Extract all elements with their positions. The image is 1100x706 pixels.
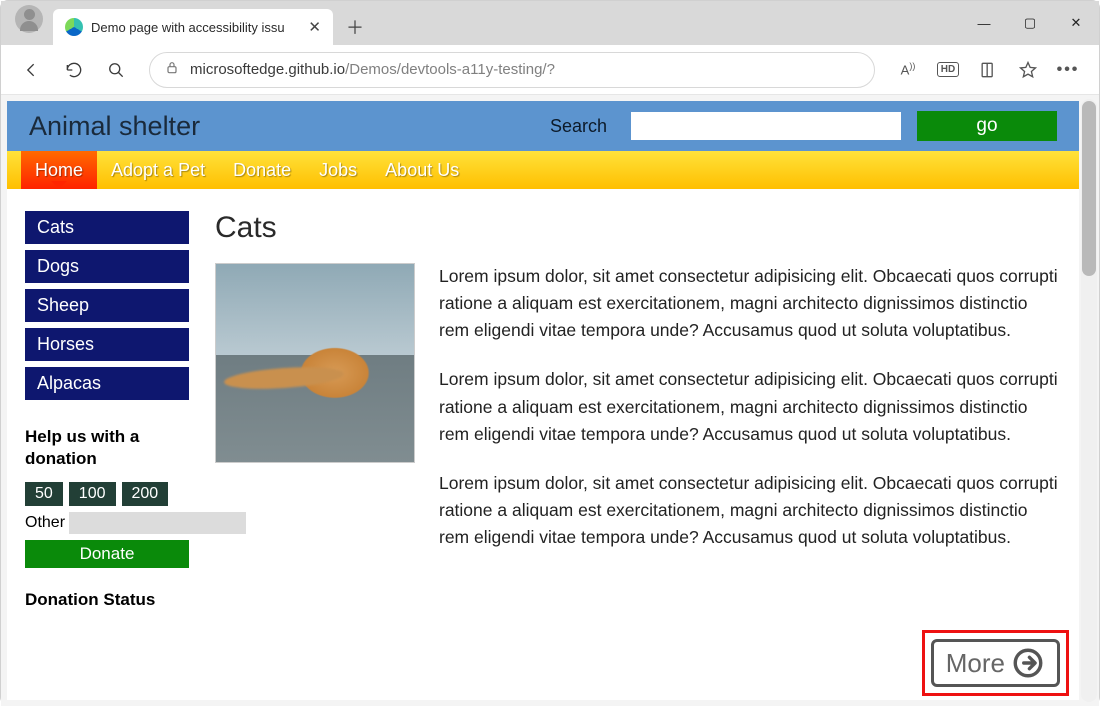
donation-status-heading: Donation Status [25,590,189,610]
more-label: More [946,648,1005,679]
url-text: microsoftedge.github.io/Demos/devtools-a… [190,61,555,78]
page-viewport: Animal shelter Search go Home Adopt a Pe… [1,95,1099,706]
highlight-annotation: More [922,630,1069,696]
site-title: Animal shelter [29,111,534,142]
page-content: Animal shelter Search go Home Adopt a Pe… [7,101,1079,700]
address-bar[interactable]: microsoftedge.github.io/Demos/devtools-a… [149,52,875,88]
sidebar: Cats Dogs Sheep Horses Alpacas Help us w… [25,211,189,610]
search-label: Search [550,116,607,137]
more-button[interactable]: More [931,639,1060,687]
paragraph: Lorem ipsum dolor, sit amet consectetur … [439,263,1061,344]
refresh-button[interactable] [55,51,93,89]
search-button[interactable] [97,51,135,89]
paragraph: Lorem ipsum dolor, sit amet consectetur … [439,366,1061,447]
sidebar-item-sheep[interactable]: Sheep [25,289,189,322]
sidebar-item-cats[interactable]: Cats [25,211,189,244]
site-search-input[interactable] [631,112,901,140]
favorite-star-icon[interactable] [1009,51,1047,89]
donation-amount-50[interactable]: 50 [25,482,63,506]
window-maximize-button[interactable]: ▢ [1007,1,1053,45]
site-header: Animal shelter Search go [7,101,1079,151]
tab-close-icon[interactable]: ✕ [306,16,323,38]
nav-home[interactable]: Home [21,151,97,189]
sidebar-item-horses[interactable]: Horses [25,328,189,361]
site-info-lock-icon[interactable] [164,60,180,80]
nav-about[interactable]: About Us [371,151,473,189]
sidebar-item-alpacas[interactable]: Alpacas [25,367,189,400]
main-nav: Home Adopt a Pet Donate Jobs About Us [7,151,1079,189]
donation-other-label: Other [25,514,65,532]
arrow-right-circle-icon [1011,646,1045,680]
back-button[interactable] [13,51,51,89]
scrollbar-thumb[interactable] [1082,101,1096,276]
settings-more-button[interactable]: ••• [1049,51,1087,89]
new-tab-button[interactable]: ＋ [339,11,371,43]
donation-heading: Help us with a donation [25,426,189,470]
collections-icon[interactable] [969,51,1007,89]
tab-title: Demo page with accessibility issu [91,20,298,35]
read-aloud-icon[interactable]: A)) [889,51,927,89]
paragraph: Lorem ipsum dolor, sit amet consectetur … [439,470,1061,551]
browser-titlebar: Demo page with accessibility issu ✕ ＋ [1,1,1099,45]
donation-amount-100[interactable]: 100 [69,482,116,506]
donation-amount-200[interactable]: 200 [122,482,169,506]
window-minimize-button[interactable]: — [961,1,1007,45]
browser-toolbar: microsoftedge.github.io/Demos/devtools-a… [1,45,1099,95]
search-go-button[interactable]: go [917,111,1057,141]
nav-donate[interactable]: Donate [219,151,305,189]
cat-image [215,263,415,463]
main-column: Cats Lorem ipsum dolor, sit amet consect… [215,211,1061,610]
page-heading: Cats [215,211,1061,245]
donate-button[interactable]: Donate [25,540,189,568]
window-controls: — ▢ ✕ [961,1,1099,45]
hd-icon[interactable]: HD [929,51,967,89]
nav-adopt[interactable]: Adopt a Pet [97,151,219,189]
window-close-button[interactable]: ✕ [1053,1,1099,45]
profile-avatar-icon[interactable] [15,5,43,33]
edge-favicon-icon [65,18,83,36]
sidebar-item-dogs[interactable]: Dogs [25,250,189,283]
nav-jobs[interactable]: Jobs [305,151,371,189]
browser-tab[interactable]: Demo page with accessibility issu ✕ [53,9,333,45]
